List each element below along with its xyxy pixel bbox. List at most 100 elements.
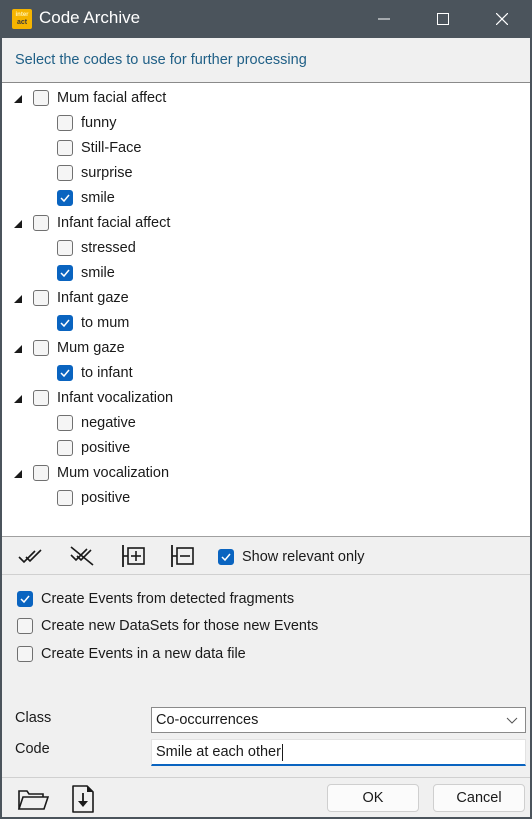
tree-code-row[interactable]: positive xyxy=(2,436,530,461)
tree-code-label: funny xyxy=(81,115,117,131)
expand-all-button[interactable] xyxy=(117,543,151,569)
tree-group-label: Mum vocalization xyxy=(57,465,170,481)
checkbox[interactable] xyxy=(57,415,73,431)
tree-code-label: smile xyxy=(81,190,115,206)
check-all-icon xyxy=(18,549,42,564)
minimize-button[interactable] xyxy=(361,0,407,38)
tree-code-row[interactable]: negative xyxy=(2,411,530,436)
checkbox[interactable] xyxy=(57,140,73,156)
tree-code-row[interactable]: smile xyxy=(2,186,530,211)
expand-triangle-icon[interactable] xyxy=(14,95,22,103)
option-create-events-from-fragments[interactable]: Create Events from detected fragments xyxy=(17,591,294,607)
expand-triangle-icon[interactable] xyxy=(14,220,22,228)
checkbox[interactable] xyxy=(57,115,73,131)
checkbox[interactable] xyxy=(57,165,73,181)
checkmark-icon xyxy=(20,595,30,604)
uncheck-all-button[interactable] xyxy=(66,543,100,569)
checkmark-icon xyxy=(60,369,70,378)
ok-button[interactable]: OK xyxy=(327,784,419,812)
tree-code-row[interactable]: surprise xyxy=(2,161,530,186)
checkbox[interactable] xyxy=(57,265,73,281)
tree-group-row[interactable]: Infant gaze xyxy=(2,286,530,311)
checkbox[interactable] xyxy=(57,440,73,456)
app-logo-text-bottom: act xyxy=(16,19,28,26)
checkbox[interactable] xyxy=(33,390,49,406)
option-create-new-datasets[interactable]: Create new DataSets for those new Events xyxy=(17,618,318,634)
title-bar[interactable]: inter act Code Archive xyxy=(2,0,532,38)
open-folder-button[interactable] xyxy=(16,783,50,815)
checkmark-icon xyxy=(60,319,70,328)
tree-code-row[interactable]: smile xyxy=(2,261,530,286)
chevron-down-icon xyxy=(506,717,518,724)
uncheck-all-icon xyxy=(70,546,94,566)
code-label: Code xyxy=(15,741,50,757)
show-relevant-only-checkbox[interactable]: Show relevant only xyxy=(218,549,365,565)
minimize-icon xyxy=(378,18,390,20)
tree-code-label: smile xyxy=(81,265,115,281)
tree-code-row[interactable]: Still-Face xyxy=(2,136,530,161)
tree-toolbar: Show relevant only xyxy=(2,538,530,575)
close-button[interactable] xyxy=(479,0,525,38)
tree-code-row[interactable]: to infant xyxy=(2,361,530,386)
checkbox[interactable] xyxy=(218,549,234,565)
expand-triangle-icon[interactable] xyxy=(14,345,22,353)
tree-group-row[interactable]: Mum vocalization xyxy=(2,461,530,486)
checkbox[interactable] xyxy=(57,190,73,206)
checkbox[interactable] xyxy=(17,618,33,634)
checkbox[interactable] xyxy=(33,465,49,481)
file-download-icon xyxy=(72,785,94,813)
tree-code-label: positive xyxy=(81,440,131,456)
tree-group-row[interactable]: Infant vocalization xyxy=(2,386,530,411)
option-create-events-new-file[interactable]: Create Events in a new data file xyxy=(17,646,246,662)
check-all-button[interactable] xyxy=(16,543,50,569)
tree-group-label: Mum gaze xyxy=(57,340,125,356)
tree-group-label: Infant gaze xyxy=(57,290,129,306)
checkbox[interactable] xyxy=(57,315,73,331)
tree-code-label: to infant xyxy=(81,365,133,381)
collapse-all-icon xyxy=(171,545,194,567)
tree-code-row[interactable]: funny xyxy=(2,111,530,136)
tree-group-label: Infant vocalization xyxy=(57,390,174,406)
app-logo-text-top: inter xyxy=(15,12,29,18)
expand-triangle-icon[interactable] xyxy=(14,395,22,403)
class-dropdown[interactable]: Co-occurrences xyxy=(151,707,526,733)
maximize-button[interactable] xyxy=(420,0,466,38)
tree-group-row[interactable]: Mum facial affect xyxy=(2,86,530,111)
expand-triangle-icon[interactable] xyxy=(14,470,22,478)
code-archive-dialog: inter act Code Archive Select the codes … xyxy=(0,0,532,819)
code-tree[interactable]: Mum facial affect funny Still-Face surprise… xyxy=(2,82,530,537)
expand-triangle-icon[interactable] xyxy=(14,295,22,303)
maximize-icon xyxy=(437,13,449,25)
class-selected-value: Co-occurrences xyxy=(156,712,259,728)
tree-group-row[interactable]: Infant facial affect xyxy=(2,211,530,236)
checkbox[interactable] xyxy=(33,290,49,306)
text-caret xyxy=(281,743,283,761)
class-label: Class xyxy=(15,710,52,726)
app-logo-icon: inter act xyxy=(12,9,32,29)
collapse-all-button[interactable] xyxy=(166,543,200,569)
import-file-button[interactable] xyxy=(66,783,100,815)
checkbox[interactable] xyxy=(33,90,49,106)
checkbox[interactable] xyxy=(33,215,49,231)
tree-code-row[interactable]: positive xyxy=(2,486,530,511)
checkbox[interactable] xyxy=(57,490,73,506)
checkbox[interactable] xyxy=(17,591,33,607)
checkbox[interactable] xyxy=(57,365,73,381)
checkbox[interactable] xyxy=(33,340,49,356)
option-label: Create new DataSets for those new Events xyxy=(41,618,319,634)
tree-group-label: Infant facial affect xyxy=(57,215,171,231)
tree-code-label: stressed xyxy=(81,240,136,256)
tree-group-row[interactable]: Mum gaze xyxy=(2,336,530,361)
tree-code-label: Still-Face xyxy=(81,140,142,156)
tree-code-row[interactable]: to mum xyxy=(2,311,530,336)
code-input[interactable]: Smile at each other xyxy=(151,739,526,766)
checkbox[interactable] xyxy=(57,240,73,256)
cancel-button[interactable]: Cancel xyxy=(433,784,525,812)
show-relevant-only-label: Show relevant only xyxy=(242,549,365,565)
tree-code-row[interactable]: stressed xyxy=(2,236,530,261)
folder-icon xyxy=(17,790,49,810)
window-title: Code Archive xyxy=(39,8,141,27)
checkbox[interactable] xyxy=(17,646,33,662)
close-icon xyxy=(496,13,508,25)
instruction-text: Select the codes to use for further proc… xyxy=(15,52,307,68)
